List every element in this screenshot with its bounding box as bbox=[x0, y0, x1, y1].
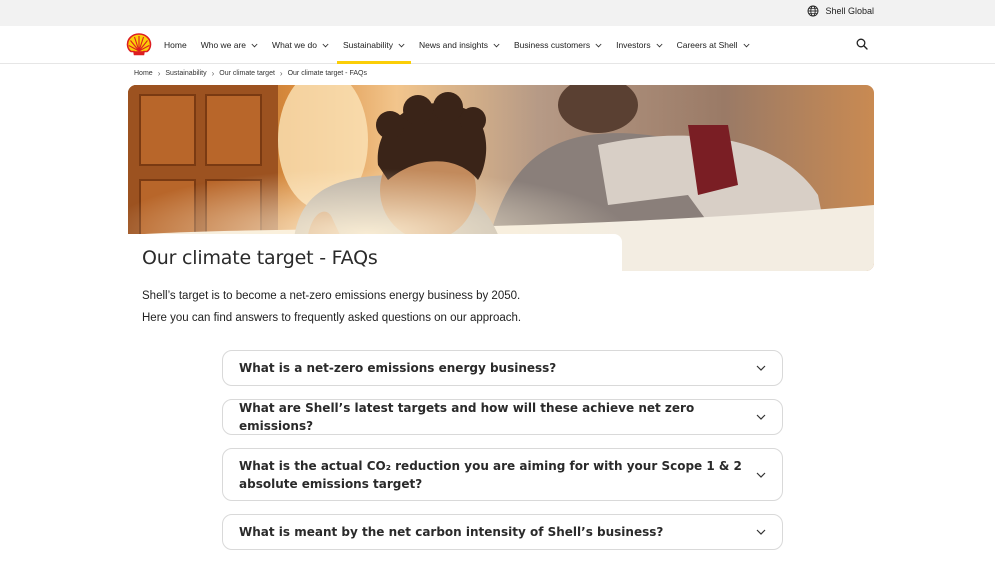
faq-question: What is the actual CO₂ reduction you are… bbox=[239, 458, 742, 491]
chevron-right-icon: › bbox=[211, 69, 215, 78]
nav-item-label: Investors bbox=[616, 40, 651, 50]
chevron-down-icon bbox=[398, 43, 405, 47]
faq-item[interactable]: What is a net-zero emissions energy busi… bbox=[222, 350, 783, 386]
faq-question: What is a net-zero emissions energy busi… bbox=[239, 361, 557, 375]
chevron-down-icon bbox=[756, 365, 766, 371]
chevron-down-icon bbox=[656, 43, 663, 47]
chevron-down-icon bbox=[743, 43, 750, 47]
breadcrumb: Home › Sustainability › Our climate targ… bbox=[134, 69, 367, 78]
nav-item-investors[interactable]: Investors bbox=[609, 26, 670, 64]
nav-item-sustainability[interactable]: Sustainability bbox=[336, 26, 412, 64]
chevron-down-icon bbox=[493, 43, 500, 47]
nav-item-label: Business customers bbox=[514, 40, 591, 50]
intro-line-2: Here you can find answers to frequently … bbox=[142, 312, 522, 324]
nav-item-careers-at-shell[interactable]: Careers at Shell bbox=[670, 26, 757, 64]
main-nav: Home Who we are What we do Sustainability Ne… bbox=[0, 26, 995, 64]
nav-item-label: Home bbox=[164, 40, 187, 50]
faq-question: What is meant by the net carbon intensit… bbox=[239, 525, 664, 539]
chevron-down-icon bbox=[756, 472, 766, 478]
shell-logo-icon[interactable] bbox=[126, 32, 152, 56]
nav-item-who-we-are[interactable]: Who we are bbox=[194, 26, 265, 64]
faq-item[interactable]: What are Shell’s latest targets and how … bbox=[222, 399, 783, 435]
breadcrumb-home[interactable]: Home bbox=[134, 70, 153, 77]
utility-bar: Shell Global bbox=[0, 0, 995, 26]
breadcrumb-sustainability[interactable]: Sustainability bbox=[165, 70, 206, 77]
breadcrumb-current: Our climate target - FAQs bbox=[287, 70, 367, 77]
region-label: Shell Global bbox=[825, 6, 874, 16]
faq-item[interactable]: What is meant by the net carbon intensit… bbox=[222, 514, 783, 550]
nav-item-label: Sustainability bbox=[342, 40, 394, 50]
chevron-down-icon bbox=[756, 414, 766, 420]
globe-icon bbox=[808, 5, 819, 17]
nav-item-label: Careers at Shell bbox=[676, 40, 738, 50]
nav-item-what-we-do[interactable]: What we do bbox=[265, 26, 336, 64]
faq-question: What are Shell’s latest targets and how … bbox=[239, 401, 695, 433]
nav-item-label: News and insights bbox=[419, 40, 489, 50]
chevron-right-icon: › bbox=[157, 69, 161, 78]
intro-line-1: Shell’s target is to become a net-zero e… bbox=[142, 290, 521, 302]
nav-menu: Home Who we are What we do Sustainability Ne… bbox=[157, 26, 757, 64]
chevron-down-icon bbox=[756, 529, 766, 535]
region-selector[interactable]: Shell Global bbox=[807, 5, 874, 17]
breadcrumb-climate-target[interactable]: Our climate target bbox=[219, 70, 275, 77]
chevron-right-icon: › bbox=[279, 69, 283, 78]
chevron-down-icon bbox=[322, 43, 329, 47]
nav-item-business-customers[interactable]: Business customers bbox=[507, 26, 609, 64]
chevron-down-icon bbox=[251, 43, 258, 47]
nav-item-news-and-insights[interactable]: News and insights bbox=[412, 26, 507, 64]
page-title: Our climate target - FAQs bbox=[142, 247, 378, 269]
chevron-down-icon bbox=[595, 43, 602, 47]
intro-text: Shell’s target is to become a net-zero e… bbox=[142, 285, 521, 329]
nav-item-home[interactable]: Home bbox=[157, 26, 194, 64]
search-icon[interactable] bbox=[856, 38, 868, 50]
nav-item-label: What we do bbox=[272, 40, 317, 50]
faq-item[interactable]: What is the actual CO₂ reduction you are… bbox=[222, 448, 783, 501]
nav-item-label: Who we are bbox=[200, 40, 247, 50]
